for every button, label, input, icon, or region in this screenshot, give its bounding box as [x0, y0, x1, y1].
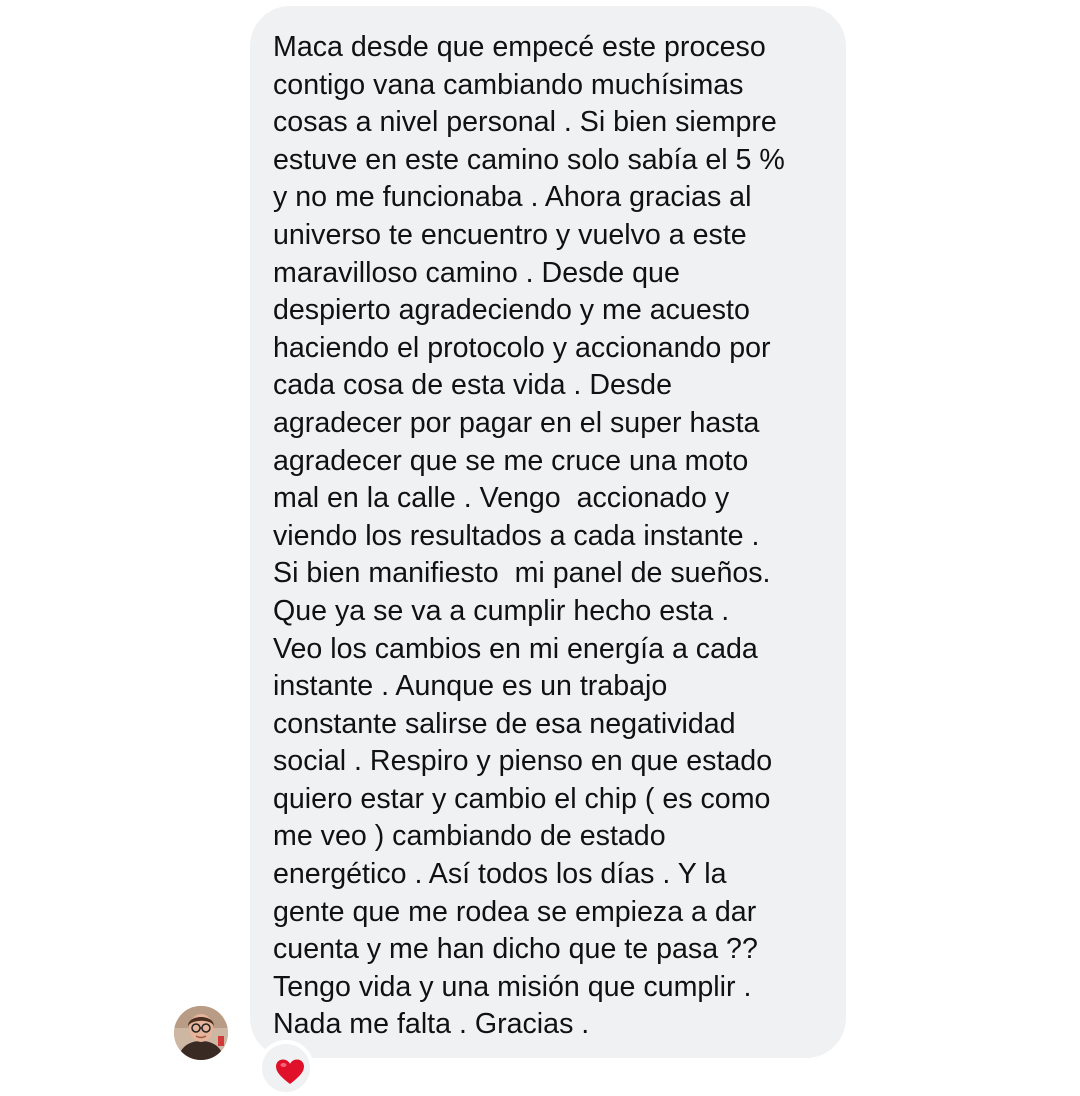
message-line: Tengo vida y una misión que cumplir . [273, 970, 752, 1003]
message-line: Maca desde que empecé este proceso [273, 31, 766, 63]
sender-avatar[interactable] [174, 1006, 228, 1060]
message-line: cosas a nivel personal . Si bien siempre [273, 106, 777, 139]
message-line: Veo los cambios en mi energía a cada [273, 632, 758, 665]
message-line: instante . Aunque es un trabajo [273, 670, 668, 703]
avatar-photo-icon [174, 1006, 228, 1060]
message-line: y no me funcionaba . Ahora gracias al [273, 181, 752, 214]
message-line: universo te encuentro y vuelvo a este [273, 218, 747, 251]
message-line: cuenta y me han dicho que te pasa ?? [273, 933, 758, 966]
message-line: contigo vana cambiando muchísimas [273, 68, 744, 101]
message-line: agradecer por pagar en el super hasta [273, 406, 760, 439]
message-line: gente que me rodea se empieza a dar [273, 895, 757, 928]
message-line: mal en la calle . Vengo accionado y [273, 482, 730, 515]
message-line: Si bien manifiesto mi panel de sueños. [273, 557, 771, 590]
message-line: haciendo el protocolo y accionando por [273, 331, 771, 364]
message-line: quiero estar y cambio el chip ( es como [273, 782, 771, 815]
message-line: despierto agradeciendo y me acuesto [273, 294, 750, 327]
message-line: energético . Así todos los días . Y la [273, 858, 727, 891]
message-line: Nada me falta . Gracias . [273, 1008, 590, 1041]
reaction-badge[interactable] [258, 1040, 314, 1096]
message-line: cada cosa de esta vida . Desde [273, 369, 672, 402]
message-line: estuve en este camino solo sabía el 5 % [273, 143, 785, 176]
message-bubble[interactable]: Maca desde que empecé este proceso conti… [250, 6, 846, 1058]
chat-thread: Maca desde que empecé este proceso conti… [0, 0, 1080, 1096]
message-line: Que ya se va a cumplir hecho esta . [273, 594, 730, 627]
message-line: maravilloso camino . Desde que [273, 256, 680, 289]
message-line: me veo ) cambiando de estado [273, 820, 666, 853]
message-line: agradecer que se me cruce una moto [273, 444, 749, 477]
message-line: viendo los resultados a cada instante . [273, 519, 760, 552]
heart-icon [276, 1059, 304, 1084]
message-line: constante salirse de esa negatividad [273, 707, 736, 740]
message-line: social . Respiro y pienso en que estado [273, 745, 773, 778]
